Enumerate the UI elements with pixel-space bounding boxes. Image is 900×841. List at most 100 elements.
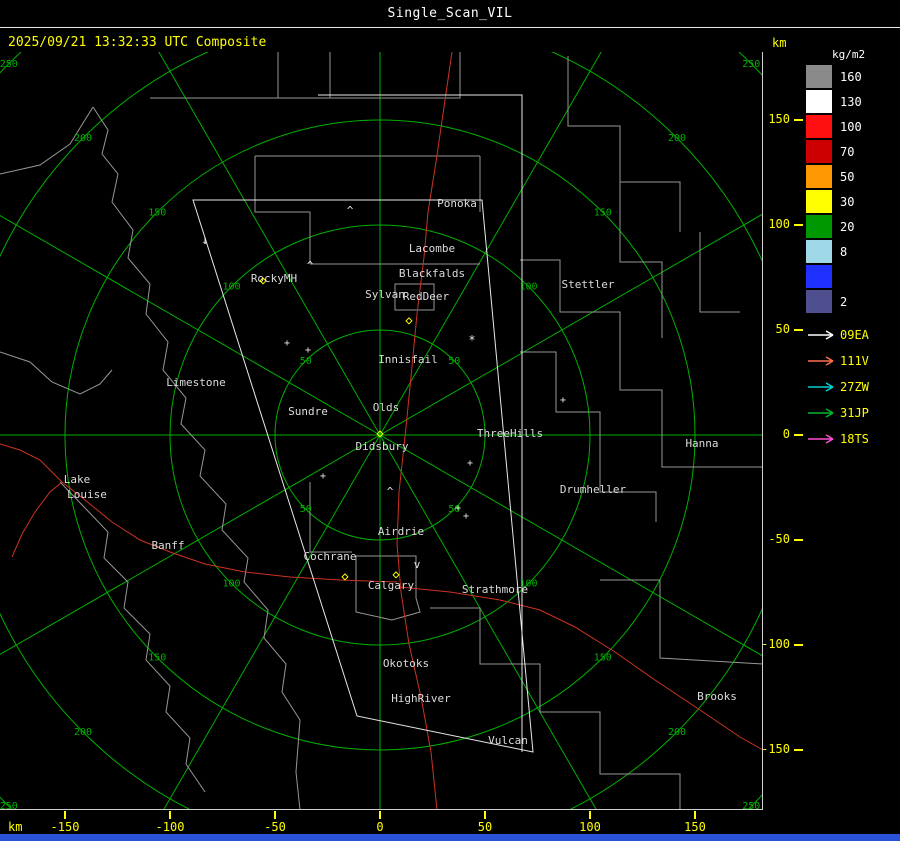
scale-row: 20 [806,214,898,239]
x-tick-label: 50 [477,820,493,834]
ring-distance-label: 150 [148,653,166,664]
diamond-marker: ◇ [376,426,384,440]
ring-distance-label: 200 [668,727,686,738]
town-label: Calgary [368,579,415,592]
y-tick-mark [794,644,803,646]
legend-panel: kg/m2 160 130 100 70 50 30 20 8 2 09EA 111V 27ZW 31… [806,48,898,452]
town-label: Louise [67,488,107,501]
town-label: Didsbury [356,440,409,453]
town-label: Banff [151,539,184,552]
track-id-label: 27ZW [840,380,869,394]
coverage-polygon [192,199,534,753]
storm-track-row: 18TS [806,426,898,452]
caret-marker: ^ [307,259,314,272]
boundary-line [59,481,206,793]
ring-distance-label: 100 [222,578,240,589]
diamond-marker: ◇ [392,567,400,581]
scale-color-swatch [806,290,832,313]
x-tick-mark [694,811,696,819]
track-id-label: 18TS [840,432,869,446]
ring-distance-label: 250 [0,801,18,810]
boundary-line [567,56,681,232]
boundary-line [254,156,311,264]
town-label: Limestone [166,376,226,389]
ring-distance-label: 250 [742,801,760,810]
plus-marker: + [284,338,290,349]
track-arrow-icon [808,434,834,444]
x-tick-label: 150 [684,820,706,834]
ring-distance-label: 150 [594,653,612,664]
town-label: Olds [373,401,400,414]
x-tick-mark [484,811,486,819]
ring-distance-label: 150 [148,207,166,218]
town-label: Airdrie [378,525,424,538]
boundary-line [600,579,763,665]
plus-marker: + [305,345,311,356]
town-label: Vulcan [488,734,528,747]
y-tick-label: -100 [761,637,790,651]
ring-distance-label: 100 [222,282,240,293]
ring-distance-label: 50 [300,356,312,367]
y-tick-mark [794,749,803,751]
ring-distance-label: 250 [742,59,760,70]
scale-color-swatch [806,240,832,263]
y-tick-label: 50 [775,322,790,336]
color-scale: 160 130 100 70 50 30 20 8 2 [806,64,898,314]
track-id-label: 09EA [840,328,869,342]
radar-coverage-outline [192,94,534,753]
town-label: Stettler [562,278,615,291]
y-tick-label: 150 [768,112,790,126]
storm-track-row: 111V [806,348,898,374]
scale-row: 130 [806,89,898,114]
scale-row: 100 [806,114,898,139]
x-tick-label: 100 [579,820,601,834]
x-tick-mark [379,811,381,819]
town-label: Innisfail [378,353,438,366]
town-label: Cochrane [304,550,357,563]
town-label: ThreeHills [477,427,543,440]
x-tick-mark [274,811,276,819]
track-arrow-icon [808,382,834,392]
ring-distance-label: 200 [74,133,92,144]
scale-value-label: 2 [840,294,848,309]
track-arrow-icon [808,408,834,418]
asterisk-marker: * [468,333,475,347]
scale-color-swatch [806,190,832,213]
ring-distance-label: 200 [668,133,686,144]
boundary-line [430,607,681,810]
x-tick-label: -50 [264,820,286,834]
town-label: RockyMH [251,272,297,285]
town-label: Lake [64,473,91,486]
ring-distance-label: 150 [594,207,612,218]
scale-value-label: 20 [840,219,855,234]
storm-track-row: 27ZW [806,374,898,400]
x-tick-mark [169,811,171,819]
x-axis-unit-label: km [8,820,23,834]
y-tick-label: 0 [782,427,790,441]
scale-value-label: 130 [840,94,862,109]
plus-marker: + [320,471,326,482]
ring-distance-label: 100 [519,282,537,293]
scale-color-swatch [806,165,832,188]
y-tick-label: -50 [768,532,790,546]
y-tick-label: 100 [768,217,790,231]
diamond-marker: ◇ [405,313,413,327]
boundary-line [309,482,352,553]
scale-row: 2 [806,289,898,314]
plus-marker: + [467,458,473,469]
scale-row: 50 [806,164,898,189]
town-label: Ponoka [437,197,477,210]
boundary-line [619,182,663,338]
scale-row [806,264,898,289]
y-tick-mark [794,224,803,226]
timestamp-label: 2025/09/21 13:32:33 UTC Composite [8,35,267,50]
coverage-polygon [318,94,523,752]
radar-map[interactable]: 50 100 150 200 250 50 100 150 200 250 50 100 150 200 2… [0,52,763,810]
radar-app-window: Single_Scan_VIL 2025/09/21 13:32:33 UTC … [0,0,900,841]
scale-row: 30 [806,189,898,214]
scale-color-swatch [806,265,832,288]
bottom-scrollbar[interactable] [0,834,900,841]
y-tick-mark [794,119,803,121]
scale-color-swatch [806,140,832,163]
caret-marker: ^ [347,204,354,217]
